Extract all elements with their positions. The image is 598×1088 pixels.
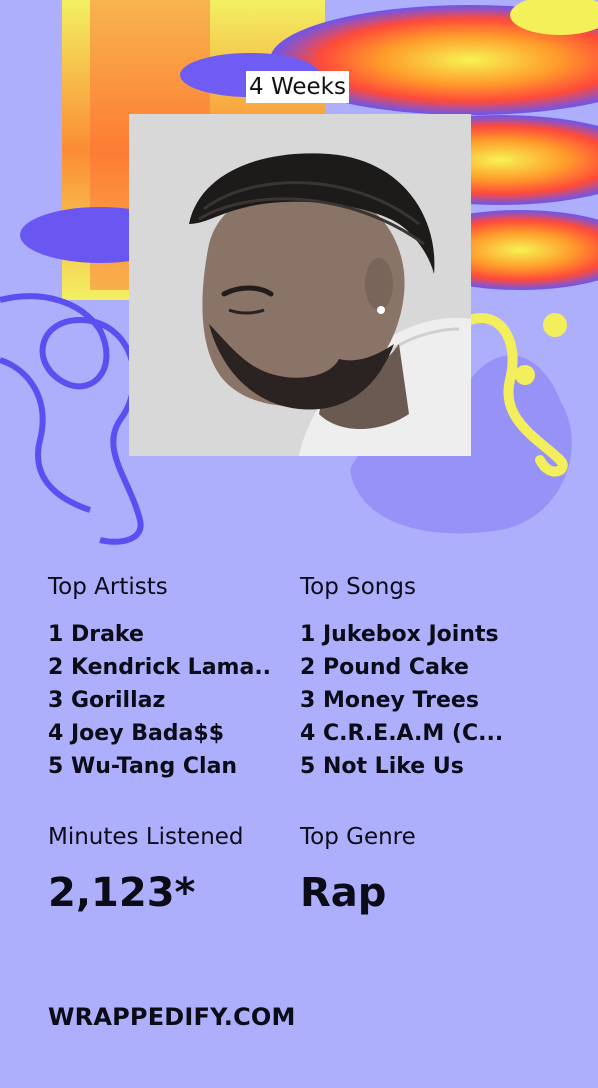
top-artists-list: 1 Drake 2 Kendrick Lama.. 3 Gorillaz 4 J… bbox=[48, 618, 298, 783]
list-item: 3 Gorillaz bbox=[48, 688, 166, 713]
list-item: 2 Kendrick Lama.. bbox=[48, 655, 272, 680]
top-songs-label: Top Songs bbox=[300, 574, 416, 600]
list-item: 5 Wu-Tang Clan bbox=[48, 754, 238, 779]
minutes-listened-value: 2,123* bbox=[48, 870, 196, 916]
period-label: 4 Weeks bbox=[246, 71, 349, 103]
top-artists-label: Top Artists bbox=[48, 574, 168, 600]
artist-portrait-image bbox=[129, 114, 471, 456]
top-artist-photo bbox=[129, 114, 471, 456]
list-item: 4 Joey Bada$$ bbox=[48, 721, 225, 746]
list-item: 4 C.R.E.A.M (C... bbox=[300, 721, 504, 746]
top-songs-list: 1 Jukebox Joints 2 Pound Cake 3 Money Tr… bbox=[300, 618, 560, 783]
footer-brand-link[interactable]: WRAPPEDIFY.COM bbox=[48, 1000, 296, 1034]
list-item: 1 Jukebox Joints bbox=[300, 622, 499, 647]
top-genre-value: Rap bbox=[300, 870, 387, 916]
list-item: 3 Money Trees bbox=[300, 688, 479, 713]
list-item: 5 Not Like Us bbox=[300, 754, 464, 779]
list-item: 1 Drake bbox=[48, 622, 144, 647]
minutes-listened-label: Minutes Listened bbox=[48, 824, 244, 850]
list-item: 2 Pound Cake bbox=[300, 655, 469, 680]
top-genre-label: Top Genre bbox=[300, 824, 416, 850]
